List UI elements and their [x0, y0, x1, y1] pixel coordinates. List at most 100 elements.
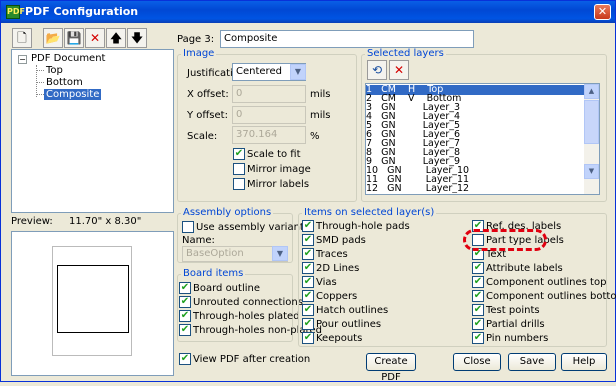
scale-field[interactable]: 370.164	[232, 126, 306, 144]
tree-item-composite[interactable]: Composite	[44, 89, 102, 100]
board-items-title: Board items	[181, 268, 246, 279]
attribute-labels-checkbox[interactable]: ✔	[472, 262, 484, 274]
outlines-bottom-label: Component outlines bottom	[486, 291, 616, 302]
variant-name-label: Name:	[182, 235, 215, 246]
scroll-up-icon[interactable]: ▲	[584, 84, 599, 99]
pour-outlines-label: Pour outlines	[316, 319, 382, 330]
list-item[interactable]: 12 GN Layer_12	[366, 184, 585, 193]
keepouts-checkbox[interactable]: ✔	[302, 332, 314, 344]
items-on-layers-title: Items on selected layer(s)	[302, 207, 437, 218]
keepouts-label: Keepouts	[316, 333, 363, 344]
outlines-top-checkbox[interactable]: ✔	[472, 276, 484, 288]
tree-item-top[interactable]: Top	[46, 65, 63, 76]
scale-to-fit-label: Scale to fit	[247, 149, 301, 160]
attribute-labels-label: Attribute labels	[486, 263, 563, 274]
page-label: Page 3:	[177, 34, 215, 45]
assembly-group-title: Assembly options	[181, 207, 274, 218]
preview-page	[52, 246, 132, 356]
unrouted-checkbox[interactable]: ✔	[179, 296, 191, 308]
traces-checkbox[interactable]: ✔	[302, 248, 314, 260]
move-down-icon[interactable]: 🡇	[127, 28, 147, 48]
th-nonplated-checkbox[interactable]: ✔	[179, 324, 191, 336]
delete-icon[interactable]: ✕	[85, 28, 105, 48]
highlight-annotation	[463, 229, 547, 251]
partial-drills-checkbox[interactable]: ✔	[472, 318, 484, 330]
new-icon[interactable]: 🗋	[12, 28, 32, 48]
board-outline-checkbox[interactable]: ✔	[179, 282, 191, 294]
use-variant-label: Use assembly variant	[196, 222, 304, 233]
mirror-labels-label: Mirror labels	[247, 179, 310, 190]
outlines-top-label: Component outlines top	[486, 277, 607, 288]
partial-drills-label: Partial drills	[486, 319, 545, 330]
outlines-bottom-checkbox[interactable]: ✔	[472, 290, 484, 302]
scale-to-fit-checkbox[interactable]: ✔	[233, 148, 245, 160]
selected-layers-title: Selected layers	[365, 48, 446, 59]
pdf-config-window: PDF PDF Configuration ✕ 🗋 📂 💾 ✕ 🡅 🡇 − PD…	[0, 0, 616, 383]
mirror-labels-checkbox[interactable]	[233, 178, 245, 190]
through-hole-pads-checkbox[interactable]: ✔	[302, 220, 314, 232]
y-offset-unit: mils	[310, 110, 331, 121]
close-icon[interactable]: ✕	[594, 4, 611, 20]
th-plated-label: Through-holes plated	[193, 311, 300, 322]
scroll-thumb[interactable]	[584, 100, 599, 144]
help-button[interactable]: Help	[561, 353, 607, 371]
x-offset-field[interactable]: 0	[232, 85, 306, 103]
hatch-outlines-label: Hatch outlines	[316, 305, 389, 316]
x-offset-unit: mils	[310, 89, 331, 100]
traces-label: Traces	[316, 249, 348, 260]
coppers-checkbox[interactable]: ✔	[302, 290, 314, 302]
through-hole-pads-label: Through-hole pads	[316, 221, 410, 232]
2d-lines-label: 2D Lines	[316, 263, 360, 274]
hatch-outlines-checkbox[interactable]: ✔	[302, 304, 314, 316]
page-name-input[interactable]: Composite	[220, 30, 474, 48]
tree-root[interactable]: PDF Document	[31, 53, 105, 64]
refresh-icon[interactable]: ⟲	[367, 60, 387, 80]
create-pdf-button[interactable]: Create PDF	[366, 353, 416, 383]
smd-pads-checkbox[interactable]: ✔	[302, 234, 314, 246]
save-button[interactable]: Save	[508, 353, 556, 371]
view-pdf-label: View PDF after creation	[193, 354, 311, 365]
save-icon[interactable]: 💾	[64, 28, 84, 48]
board-outline-label: Board outline	[193, 283, 260, 294]
layers-list[interactable]: 1 CM H Top 2 CM V Bottom 3 GN Layer_3 4 …	[365, 83, 600, 195]
preview-image-area	[57, 265, 129, 333]
move-up-icon[interactable]: 🡅	[106, 28, 126, 48]
preview-pane	[11, 231, 174, 376]
vertical-scrollbar[interactable]: ▲ ▼	[584, 84, 599, 194]
y-offset-field[interactable]: 0	[232, 106, 306, 124]
pin-numbers-label: Pin numbers	[486, 333, 549, 344]
use-variant-checkbox[interactable]	[182, 221, 194, 233]
close-button[interactable]: Close	[453, 353, 501, 371]
scale-unit: %	[310, 131, 320, 142]
image-group-title: Image	[181, 48, 217, 59]
mirror-image-checkbox[interactable]	[233, 163, 245, 175]
view-pdf-checkbox[interactable]: ✔	[179, 353, 191, 365]
test-points-checkbox[interactable]: ✔	[472, 304, 484, 316]
coppers-label: Coppers	[316, 291, 358, 302]
y-offset-label: Y offset:	[187, 110, 228, 121]
x-offset-label: X offset:	[187, 89, 229, 100]
pour-outlines-checkbox[interactable]: ✔	[302, 318, 314, 330]
tree-line	[36, 70, 44, 71]
tree-line	[36, 82, 44, 83]
pin-numbers-checkbox[interactable]: ✔	[472, 332, 484, 344]
open-icon[interactable]: 📂	[43, 28, 63, 48]
app-icon: PDF	[6, 5, 25, 19]
unrouted-label: Unrouted connections	[193, 297, 303, 308]
2d-lines-checkbox[interactable]: ✔	[302, 262, 314, 274]
scale-label: Scale:	[187, 131, 218, 142]
document-tree[interactable]: − PDF Document Top Bottom Composite	[11, 49, 174, 213]
vias-checkbox[interactable]: ✔	[302, 276, 314, 288]
scroll-down-icon[interactable]: ▼	[584, 164, 599, 179]
chevron-down-icon[interactable]: ▼	[290, 64, 306, 80]
collapse-icon[interactable]: −	[18, 55, 27, 64]
smd-pads-label: SMD pads	[316, 235, 366, 246]
vias-label: Vias	[316, 277, 337, 288]
tree-item-bottom[interactable]: Bottom	[46, 77, 83, 88]
th-plated-checkbox[interactable]: ✔	[179, 310, 191, 322]
window-title: PDF Configuration	[25, 5, 139, 18]
chevron-down-icon[interactable]: ▼	[272, 246, 288, 261]
remove-icon[interactable]: ✕	[389, 60, 409, 80]
preview-label: Preview:	[11, 216, 53, 227]
title-bar: PDF PDF Configuration ✕	[1, 1, 615, 23]
